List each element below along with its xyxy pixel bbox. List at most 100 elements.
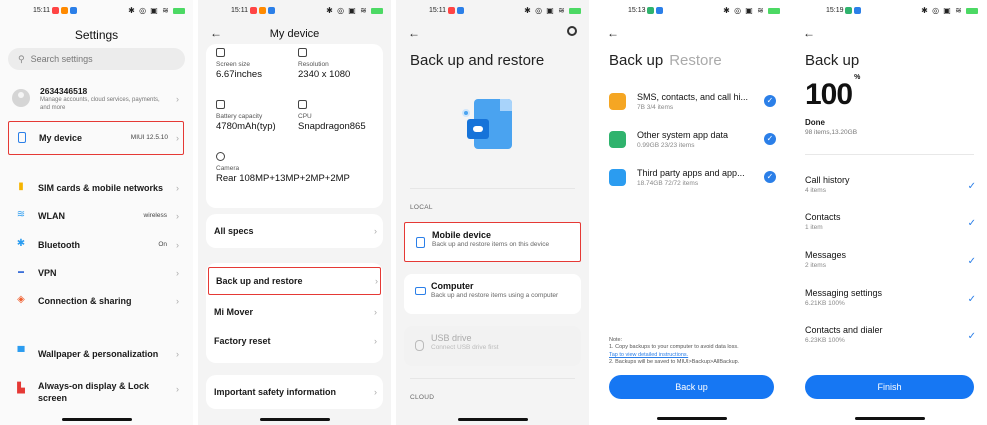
spec-value: Rear 108MP+13MP+2MP+2MP: [216, 173, 350, 184]
status-bar: 15:13 ✱ ◎ ▣ ≋: [595, 5, 788, 19]
specs-card: Screen size 6.67inches Resolution 2340 x…: [206, 44, 383, 208]
menu-item-backup-restore[interactable]: Back up and restore ›: [208, 267, 381, 295]
spec-resolution: Resolution 2340 x 1080: [298, 48, 350, 80]
settings-item-label: Connection & sharing: [38, 296, 132, 306]
status-time: 15:13: [628, 7, 646, 14]
back-arrow-icon[interactable]: ←: [607, 26, 619, 40]
back-arrow-icon[interactable]: ←: [803, 26, 815, 40]
tab-restore[interactable]: Restore: [669, 52, 722, 69]
system-status-icons: ✱ ◎ ▣ ≋: [921, 6, 978, 15]
progress-item: Contacts 1 item ✓: [805, 212, 976, 240]
progress-value: 100: [805, 78, 853, 111]
backup-item-size: 0.99GB 23/23 items: [637, 142, 695, 149]
gear-icon[interactable]: [567, 26, 577, 36]
home-indicator[interactable]: [61, 418, 132, 421]
option-usb-drive: USB drive Connect USB drive first: [404, 326, 581, 366]
header: ← My device: [198, 26, 391, 44]
progress-item: Messaging settings 6.21KB 100% ✓: [805, 288, 976, 316]
chevron-right-icon: ›: [176, 94, 179, 104]
account-row[interactable]: 2634346518 Manage accounts, cloud servic…: [8, 84, 185, 116]
backup-button[interactable]: Back up: [609, 375, 774, 399]
page-title: Back up and restore: [410, 52, 545, 69]
chevron-right-icon: ›: [176, 133, 179, 143]
back-arrow-icon[interactable]: ←: [408, 26, 420, 40]
option-mobile-device[interactable]: Mobile device Back up and restore items …: [404, 222, 581, 262]
system-status-icons: ✱ ◎ ▣ ≋: [723, 6, 780, 15]
settings-item-bluetooth[interactable]: ✱ Bluetooth On ›: [8, 235, 185, 255]
settings-item-wlan[interactable]: ≋ WLAN wireless ›: [8, 206, 185, 226]
backup-item-label: Other system app data: [637, 130, 729, 140]
settings-item-lock-screen[interactable]: ▙ Always-on display & Lock screen ›: [8, 376, 185, 406]
spec-screen-size: Screen size 6.67inches: [216, 48, 262, 80]
my-device-screen: 15:11 ✱ ◎ ▣ ≋ ← My device Screen size 6.…: [198, 0, 391, 425]
chevron-right-icon: ›: [176, 183, 179, 193]
backup-status: Done: [805, 118, 825, 127]
chevron-right-icon: ›: [176, 268, 179, 278]
page-title: Back up: [805, 52, 860, 69]
checkmark-icon: ✓: [967, 331, 976, 342]
instructions-link[interactable]: Tap to view detailed instructions.: [609, 352, 778, 359]
home-indicator[interactable]: [457, 418, 528, 421]
option-description: Back up and restore items using a comput…: [431, 292, 559, 299]
checkmark-icon: ✓: [967, 256, 976, 267]
checkbox-checked-icon[interactable]: ✓: [764, 133, 776, 145]
option-computer[interactable]: Computer Back up and restore items using…: [404, 274, 581, 314]
notification-icons: [448, 7, 464, 14]
settings-item-label: Wallpaper & personalization: [38, 349, 159, 359]
notification-icons: [250, 7, 275, 14]
settings-item-sim[interactable]: ▮ SIM cards & mobile networks ›: [8, 178, 185, 198]
backup-item-third-party[interactable]: Third party apps and app... 18.74GB 72/7…: [609, 166, 776, 196]
home-indicator[interactable]: [259, 418, 330, 421]
checkmark-icon: ✓: [967, 294, 976, 305]
settings-item-label: WLAN: [38, 211, 65, 221]
menu-item-mi-mover[interactable]: Mi Mover ›: [206, 304, 383, 322]
progress-item: Contacts and dialer 6.23KB 100% ✓: [805, 325, 976, 353]
chevron-right-icon: ›: [374, 387, 377, 397]
notification-icons: [845, 7, 861, 14]
settings-item-connection[interactable]: ◈ Connection & sharing ›: [8, 291, 185, 311]
search-input[interactable]: ⚲ Search settings: [8, 48, 185, 70]
home-indicator[interactable]: [656, 417, 727, 420]
all-specs-row[interactable]: All specs ›: [206, 223, 383, 241]
backup-progress-screen: 15:19 ✱ ◎ ▣ ≋ ← Back up 100% Done 98 ite…: [793, 0, 986, 425]
backup-illustration: [462, 95, 522, 159]
divider: [805, 154, 974, 155]
progress-item-label: Contacts: [805, 212, 841, 222]
menu-item-safety-info[interactable]: Important safety information ›: [206, 384, 383, 402]
phone-icon: [18, 132, 26, 143]
checkbox-checked-icon[interactable]: ✓: [764, 95, 776, 107]
option-description: Connect USB drive first: [431, 344, 499, 351]
divider: [410, 378, 575, 379]
settings-item-wallpaper[interactable]: ▀ Wallpaper & personalization ›: [8, 344, 185, 364]
spec-value: 4780mAh(typ): [216, 121, 276, 132]
checkbox-checked-icon[interactable]: ✓: [764, 171, 776, 183]
backup-item-system-data[interactable]: Other system app data 0.99GB 23/23 items…: [609, 128, 776, 158]
avatar: [12, 89, 30, 107]
system-status-icons: ✱ ◎ ▣ ≋: [326, 6, 383, 15]
home-indicator[interactable]: [854, 417, 925, 420]
notification-icons: [52, 7, 77, 14]
tab-bar: Back up Restore: [609, 52, 722, 69]
option-label: USB drive: [431, 333, 472, 343]
backup-item-size: 18.74GB 72/72 items: [637, 180, 699, 187]
wallpaper-icon: ▀: [17, 347, 25, 358]
divider: [410, 188, 575, 189]
settings-item-label: VPN: [38, 268, 57, 278]
option-label: Mobile device: [432, 230, 492, 240]
page-title: Settings: [74, 28, 119, 42]
tab-backup[interactable]: Back up: [609, 52, 663, 69]
backup-restore-screen: 15:11 ✱ ◎ ▣ ≋ ← Back up and restore LOCA…: [396, 0, 589, 425]
settings-item-vpn[interactable]: ▬ VPN ›: [8, 263, 185, 283]
spec-value: Snapdragon865: [298, 121, 366, 132]
chevron-right-icon: ›: [375, 276, 378, 286]
backup-item-sms[interactable]: SMS, contacts, and call hi... 7B 3/4 ite…: [609, 90, 776, 120]
spec-key: Camera: [216, 165, 240, 172]
spec-key: Resolution: [298, 61, 329, 68]
menu-item-label: Factory reset: [214, 336, 271, 346]
menu-item-factory-reset[interactable]: Factory reset ›: [206, 333, 383, 351]
my-device-row[interactable]: My device MIUI 12.5.10 ›: [8, 121, 184, 155]
finish-button[interactable]: Finish: [805, 375, 974, 399]
my-device-label: My device: [39, 133, 83, 143]
lock-icon: ▙: [17, 383, 25, 394]
messages-icon: [609, 93, 626, 110]
